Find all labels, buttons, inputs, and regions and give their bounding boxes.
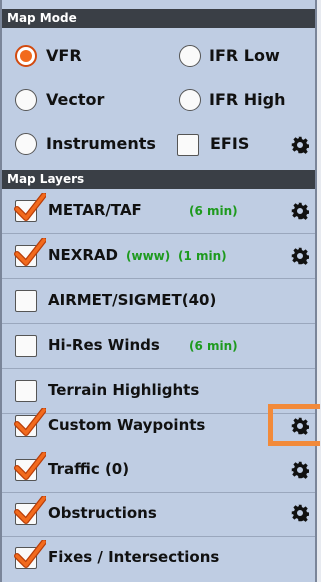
- terrain-highlights-checkbox[interactable]: [15, 380, 37, 402]
- vfr-label: VFR: [46, 46, 82, 65]
- obstructions-label: Obstructions: [48, 504, 157, 522]
- traffic-label: Traffic (0): [48, 460, 130, 478]
- ifr-high-radio[interactable]: [179, 89, 201, 111]
- nexrad-settings-gear-icon[interactable]: [291, 247, 309, 265]
- metar-taf-settings-gear-icon[interactable]: [291, 202, 309, 220]
- checkmark-icon: [14, 408, 46, 436]
- layer-row-hi-res-winds[interactable]: Hi-Res Winds (6 min): [2, 324, 315, 368]
- custom-waypoints-label: Custom Waypoints: [48, 416, 206, 434]
- hi-res-winds-label: Hi-Res Winds: [48, 336, 160, 354]
- layer-row-nexrad[interactable]: NEXRAD (www) (1 min): [2, 234, 315, 278]
- map-mode-row-1: VFR IFR Low: [2, 35, 315, 79]
- checkmark-icon: [14, 193, 46, 221]
- layer-row-metar-taf[interactable]: METAR/TAF (6 min): [2, 189, 315, 233]
- efis-settings-gear-icon[interactable]: [291, 136, 309, 154]
- checkmark-icon: [14, 238, 46, 266]
- checkmark-icon: [14, 540, 46, 568]
- ifr-low-label: IFR Low: [209, 46, 280, 65]
- nexrad-age: (1 min): [178, 249, 227, 263]
- hi-res-winds-checkbox[interactable]: [15, 335, 37, 357]
- map-mode-row-2: Vector IFR High: [2, 79, 315, 123]
- layer-row-fixes-intersections[interactable]: Fixes / Intersections: [2, 536, 315, 580]
- ifr-low-radio[interactable]: [179, 45, 201, 67]
- airmet-sigmet-label: AIRMET/SIGMET(40): [48, 291, 217, 309]
- efis-checkbox[interactable]: [177, 134, 199, 156]
- ifr-high-label: IFR High: [209, 90, 286, 109]
- metar-taf-age: (6 min): [189, 204, 238, 218]
- map-settings-panel: Map Mode VFR IFR Low Vector IFR High Ins…: [0, 0, 317, 582]
- nexrad-label: NEXRAD: [48, 246, 118, 264]
- map-mode-header: Map Mode: [2, 9, 315, 28]
- checkmark-icon: [14, 452, 46, 480]
- map-mode-row-3: Instruments EFIS: [2, 123, 315, 167]
- vector-label: Vector: [46, 90, 105, 109]
- nexrad-source: (www): [126, 249, 171, 263]
- airmet-sigmet-checkbox[interactable]: [15, 290, 37, 312]
- instruments-radio[interactable]: [15, 133, 37, 155]
- terrain-highlights-label: Terrain Highlights: [48, 381, 200, 399]
- metar-taf-label: METAR/TAF: [48, 201, 142, 219]
- map-layers-header: Map Layers: [2, 170, 315, 189]
- hi-res-winds-age: (6 min): [189, 339, 238, 353]
- traffic-settings-gear-icon[interactable]: [291, 461, 309, 479]
- vfr-radio[interactable]: [15, 45, 37, 67]
- layer-row-airmet-sigmet[interactable]: AIRMET/SIGMET(40): [2, 279, 315, 323]
- obstructions-settings-gear-icon[interactable]: [291, 504, 309, 522]
- instruments-label: Instruments: [46, 134, 156, 153]
- custom-waypoints-gear-highlight: [268, 404, 320, 446]
- layer-row-traffic[interactable]: Traffic (0): [2, 448, 315, 492]
- fixes-intersections-label: Fixes / Intersections: [48, 548, 220, 566]
- vector-radio[interactable]: [15, 89, 37, 111]
- checkmark-icon: [14, 496, 46, 524]
- layer-row-obstructions[interactable]: Obstructions: [2, 492, 315, 536]
- efis-label: EFIS: [210, 134, 250, 153]
